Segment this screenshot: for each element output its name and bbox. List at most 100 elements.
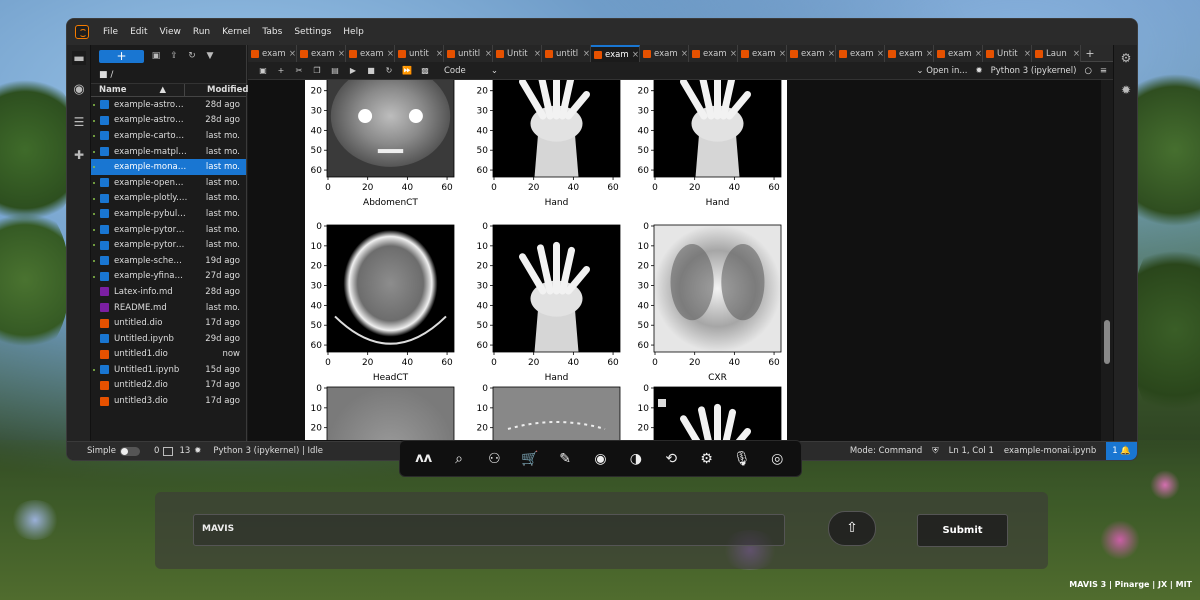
file-row[interactable]: untitled2.dio 17d ago — [91, 378, 246, 394]
kernel-status[interactable]: Python 3 (ipykernel) | Idle — [213, 446, 323, 456]
new-folder-icon[interactable]: ▣ — [150, 50, 162, 62]
tab-15[interactable]: Untit × — [983, 45, 1032, 62]
tab-8[interactable]: exam × — [640, 45, 689, 62]
close-icon[interactable]: × — [926, 49, 933, 59]
close-icon[interactable]: × — [436, 49, 443, 59]
scrollbar-thumb[interactable] — [1104, 320, 1110, 364]
file-row[interactable]: example-plotly.ipy... last mo. — [91, 191, 246, 207]
menu-help[interactable]: Help — [337, 19, 370, 45]
tab-12[interactable]: exam × — [836, 45, 885, 62]
file-row[interactable]: example-cartopy.i... last mo. — [91, 128, 246, 144]
file-row[interactable]: Untitled.ipynb 29d ago — [91, 331, 246, 347]
new-launcher-button[interactable]: + — [99, 49, 144, 63]
menu-file[interactable]: File — [97, 19, 124, 45]
kernel-count[interactable]: 13 — [179, 446, 190, 456]
close-icon[interactable]: × — [1073, 49, 1080, 59]
gear-icon[interactable]: ✹ — [975, 66, 982, 76]
close-icon[interactable]: × — [289, 49, 296, 59]
file-row[interactable]: example-monai.ip... last mo. — [91, 159, 246, 175]
menu-settings[interactable]: Settings — [288, 19, 337, 45]
run-icon[interactable]: ▶ — [344, 66, 362, 75]
tab-4[interactable]: untitl × — [444, 45, 493, 62]
tab-6[interactable]: untitl × — [542, 45, 591, 62]
close-icon[interactable]: × — [828, 49, 835, 59]
insert-cell-icon[interactable]: + — [272, 66, 290, 75]
tab-0[interactable]: exam × — [248, 45, 297, 62]
cell-type-select[interactable]: Code ⌄ — [444, 66, 498, 76]
extension-icon[interactable]: ✚ — [72, 148, 86, 162]
breadcrumb-path[interactable]: / — [110, 70, 113, 80]
menu-view[interactable]: View — [154, 19, 187, 45]
running-icon[interactable]: ◉ — [72, 83, 86, 97]
save-icon[interactable]: ▣ — [254, 66, 272, 75]
kernel-name[interactable]: Python 3 (ipykernel) — [991, 66, 1077, 76]
assistant-input[interactable]: MAVIS — [193, 514, 785, 546]
column-name[interactable]: Name ▲ — [91, 84, 184, 96]
microphone-icon[interactable]: 🎙 — [733, 450, 751, 468]
cursor-position[interactable]: Ln 1, Col 1 — [949, 446, 994, 456]
file-row[interactable]: README.md last mo. — [91, 300, 246, 316]
upload-icon[interactable]: ⇪ — [168, 50, 180, 62]
add-tab-button[interactable]: + — [1081, 45, 1099, 61]
notification-button[interactable]: 1 🔔 — [1106, 441, 1137, 460]
tab-9[interactable]: exam × — [689, 45, 738, 62]
tab-14[interactable]: exam × — [934, 45, 983, 62]
debug-icon[interactable]: ▩ — [416, 66, 434, 75]
toc-icon[interactable]: ☰ — [72, 115, 86, 129]
shield-icon[interactable]: ⛨ — [932, 446, 938, 456]
folder-icon[interactable]: ▬ — [72, 51, 86, 65]
property-inspector-icon[interactable]: ⚙ — [1119, 51, 1133, 65]
copy-icon[interactable]: ❐ — [308, 66, 326, 75]
breadcrumb[interactable]: ■ / — [91, 67, 246, 83]
file-row[interactable]: Latex-info.md 28d ago — [91, 284, 246, 300]
file-row[interactable]: untitled.dio 17d ago — [91, 315, 246, 331]
tab-3[interactable]: untit × — [395, 45, 444, 62]
notebook-content[interactable]: 20 30 40 50 60 0 20 40 60 AbdomenCT 20 30 40 50 60 0 20 4… — [248, 80, 1101, 441]
file-row[interactable]: example-yfinance.... 27d ago — [91, 269, 246, 285]
chip-icon[interactable]: ◉ — [591, 450, 609, 468]
close-icon[interactable]: × — [632, 50, 639, 60]
file-row[interactable]: example-pybullet.i... last mo. — [91, 206, 246, 222]
close-icon[interactable]: × — [387, 49, 394, 59]
tab-10[interactable]: exam × — [738, 45, 787, 62]
tab-1[interactable]: exam × — [297, 45, 346, 62]
submit-button[interactable]: Submit — [917, 514, 1008, 547]
run-all-icon[interactable]: ⏩ — [398, 66, 416, 75]
cart-icon[interactable]: 🛒 — [521, 450, 539, 468]
settings-icon[interactable]: ⚙ — [698, 450, 716, 468]
terminal-count[interactable]: 0 — [154, 446, 159, 456]
file-row[interactable]: example-matplotli... last mo. — [91, 144, 246, 160]
close-icon[interactable]: × — [877, 49, 884, 59]
close-icon[interactable]: × — [583, 49, 590, 59]
tab-7[interactable]: exam × — [591, 45, 640, 62]
tab-16[interactable]: Laun × — [1032, 45, 1081, 62]
file-row[interactable]: example-astropy.i... 28d ago — [91, 113, 246, 129]
paste-icon[interactable]: ▤ — [326, 66, 344, 75]
close-icon[interactable]: × — [681, 49, 688, 59]
column-modified[interactable]: Modified — [184, 84, 248, 96]
menu-edit[interactable]: Edit — [124, 19, 153, 45]
upload-button[interactable]: ⇧ — [828, 511, 876, 546]
file-row[interactable]: example-openmd... last mo. — [91, 175, 246, 191]
refresh-icon[interactable]: ↻ — [186, 50, 198, 62]
refresh-icon[interactable]: ⟲ — [662, 450, 680, 468]
edit-icon[interactable]: ✎ — [556, 450, 574, 468]
menu-tabs[interactable]: Tabs — [256, 19, 288, 45]
close-icon[interactable]: × — [730, 49, 737, 59]
debugger-icon[interactable]: ✹ — [1119, 83, 1133, 97]
simple-mode-toggle[interactable] — [120, 446, 141, 456]
mavis-logo-icon[interactable]: ʌʌ — [415, 450, 433, 468]
close-icon[interactable]: × — [338, 49, 345, 59]
close-icon[interactable]: × — [779, 49, 786, 59]
camera-icon[interactable]: ◎ — [768, 450, 786, 468]
menu-kernel[interactable]: Kernel — [216, 19, 256, 45]
stop-icon[interactable]: ■ — [362, 66, 380, 75]
search-icon[interactable]: ⌕ — [450, 450, 468, 468]
menu-icon[interactable]: ≡ — [1100, 66, 1107, 76]
file-row[interactable]: example-pytorch.i... last mo. — [91, 237, 246, 253]
tab-11[interactable]: exam × — [787, 45, 836, 62]
tab-13[interactable]: exam × — [885, 45, 934, 62]
filter-icon[interactable]: ▼ — [204, 50, 216, 62]
close-icon[interactable]: × — [975, 49, 982, 59]
file-row[interactable]: example-schemdr... 19d ago — [91, 253, 246, 269]
